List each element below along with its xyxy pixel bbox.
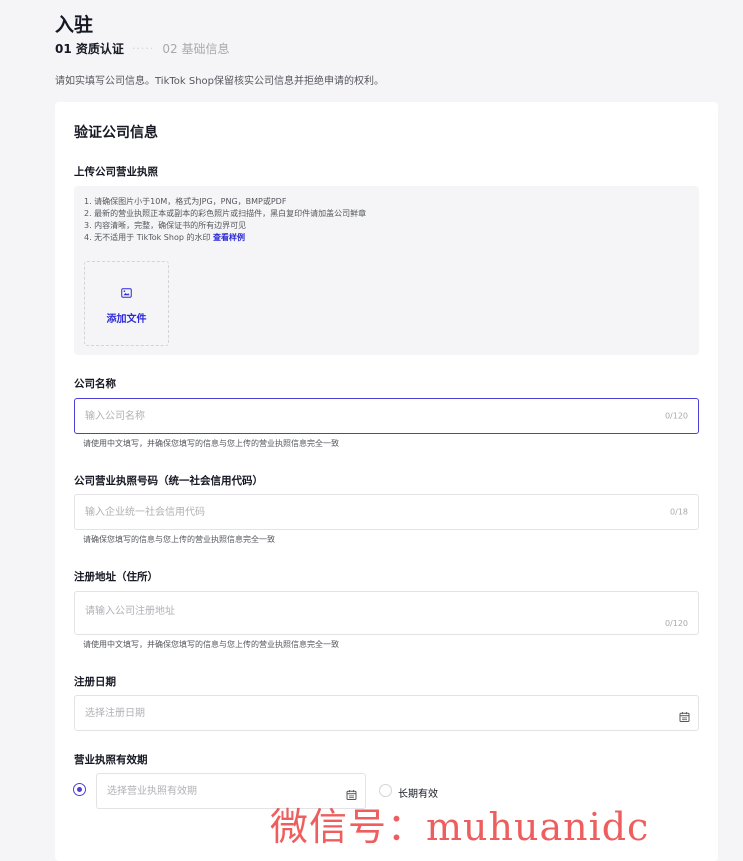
reg-date-label: 注册日期 xyxy=(74,676,116,688)
step-indicator: 01 资质认证 ····· 02 基础信息 xyxy=(55,40,229,57)
step-1-active: 01 资质认证 xyxy=(55,42,124,56)
upload-note-3: 3. 内容清晰，完整，确保证书的所有边界可见 xyxy=(84,221,247,230)
license-number-input[interactable] xyxy=(85,495,645,529)
validity-label: 营业执照有效期 xyxy=(74,754,148,766)
validity-date-radio[interactable] xyxy=(73,783,86,796)
view-sample-link[interactable]: 查看样例 xyxy=(213,233,245,242)
calendar-icon[interactable] xyxy=(679,708,690,722)
license-number-helper: 请确保您填写的信息与您上传的营业执照信息完全一致 xyxy=(83,535,275,544)
license-number-field[interactable]: 0/18 xyxy=(74,494,699,530)
upload-note-4-row: 4. 无不适用于 TikTok Shop 的水印 查看样例 xyxy=(84,232,366,244)
license-upload-box: 1. 请确保图片小于10M，格式为JPG，PNG，BMP或PDF 2. 最新的营… xyxy=(74,186,699,355)
company-name-label: 公司名称 xyxy=(74,378,116,390)
reg-date-input[interactable] xyxy=(85,696,645,730)
long-term-radio[interactable] xyxy=(379,784,392,797)
license-upload-label: 上传公司营业执照 xyxy=(74,166,158,178)
reg-date-field[interactable] xyxy=(74,695,699,731)
step-2-inactive: 02 基础信息 xyxy=(162,42,230,56)
intro-text: 请如实填写公司信息。TikTok Shop保留核实公司信息并拒绝申请的权利。 xyxy=(55,76,385,87)
add-file-dropzone[interactable]: 添加文件 xyxy=(84,261,169,346)
add-file-label: 添加文件 xyxy=(106,313,147,325)
company-info-card: 验证公司信息 上传公司营业执照 1. 请确保图片小于10M，格式为JPG，PNG… xyxy=(55,102,718,861)
page-title: 入驻 xyxy=(55,14,94,36)
address-label: 注册地址（住所） xyxy=(74,571,158,583)
company-name-field[interactable]: 0/120 xyxy=(74,398,699,434)
address-input[interactable] xyxy=(85,602,645,632)
validity-date-field[interactable] xyxy=(96,773,366,809)
upload-note-1: 1. 请确保图片小于10M，格式为JPG，PNG，BMP或PDF xyxy=(84,197,287,206)
upload-note-4: 4. 无不适用于 TikTok Shop 的水印 xyxy=(84,233,211,242)
address-counter: 0/120 xyxy=(664,619,688,628)
card-title: 验证公司信息 xyxy=(74,125,158,141)
company-name-counter: 0/120 xyxy=(664,411,688,421)
company-name-helper: 请使用中文填写，并确保您填写的信息与您上传的营业执照信息完全一致 xyxy=(83,439,339,448)
upload-notes: 1. 请确保图片小于10M，格式为JPG，PNG，BMP或PDF 2. 最新的营… xyxy=(84,196,366,244)
address-helper: 请使用中文填写，并确保您填写的信息与您上传的营业执照信息完全一致 xyxy=(83,640,339,649)
step-separator: ····· xyxy=(131,42,155,55)
image-icon xyxy=(121,283,132,302)
calendar-icon[interactable] xyxy=(346,786,357,800)
address-field[interactable]: 0/120 xyxy=(74,591,699,635)
validity-date-input[interactable] xyxy=(107,774,327,808)
upload-note-2: 2. 最新的营业执照正本或副本的彩色照片或扫描件，黑白复印件请加盖公司鲜章 xyxy=(84,209,367,218)
license-number-counter: 0/18 xyxy=(670,507,688,517)
long-term-label[interactable]: 长期有效 xyxy=(398,785,438,800)
company-name-input[interactable] xyxy=(85,399,645,433)
license-number-label: 公司营业执照号码（统一社会信用代码） xyxy=(74,475,263,487)
